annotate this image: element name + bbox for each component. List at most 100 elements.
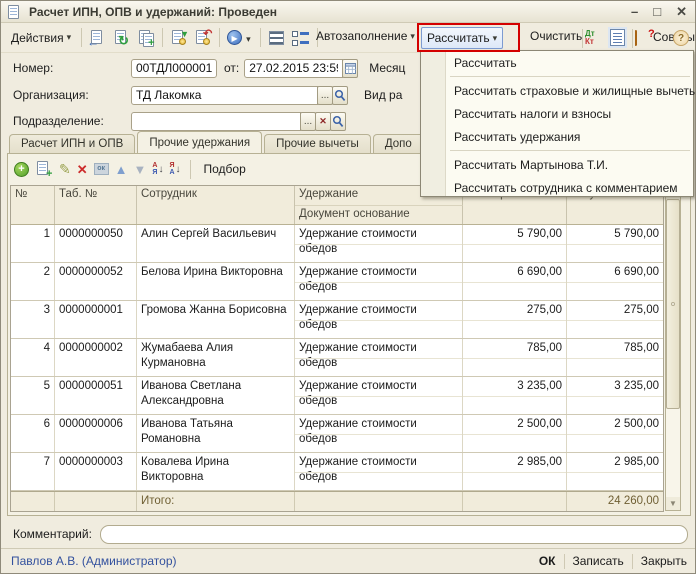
cell-tab-num[interactable]: 0000000006: [55, 415, 137, 452]
cell-num[interactable]: 1: [11, 225, 55, 262]
cell-employee[interactable]: Жумабаева Алия Курмановна: [137, 339, 295, 376]
cell-tab-num[interactable]: 0000000003: [55, 453, 137, 490]
menu-item-employee-comment[interactable]: Рассчитать сотрудника с комментарием: [421, 176, 693, 199]
cell-tab-num[interactable]: 0000000001: [55, 301, 137, 338]
report-icon[interactable]: [610, 29, 625, 46]
cell-result[interactable]: 275,00: [567, 301, 663, 338]
sort-asc-icon[interactable]: АЯ ↓: [152, 162, 163, 176]
number-input[interactable]: [131, 59, 217, 78]
clear-button[interactable]: Очистить: [525, 26, 587, 46]
minimize-button[interactable]: –: [631, 5, 638, 18]
post-document-icon[interactable]: ←: [87, 28, 109, 48]
clear-field-button[interactable]: ✕: [315, 112, 331, 131]
cell-num[interactable]: 3: [11, 301, 55, 338]
tips-button[interactable]: ?: [635, 31, 637, 45]
menu-item-deductions[interactable]: Рассчитать удержания: [421, 125, 693, 148]
end-edit-icon[interactable]: ок: [94, 163, 109, 175]
cell-employee[interactable]: Иванова Светлана Александровна: [137, 377, 295, 414]
search-button[interactable]: [330, 112, 346, 131]
maximize-button[interactable]: □: [653, 5, 661, 18]
cell-deduction[interactable]: Удержание стоимости обедов: [295, 263, 463, 300]
calendar-button[interactable]: [342, 59, 358, 78]
cell-deduction[interactable]: Удержание стоимости обедов: [295, 301, 463, 338]
dtkt-movements-icon[interactable]: Дт Кт: [585, 30, 595, 46]
header-doc-base[interactable]: Документ основание: [295, 205, 463, 224]
pick-button[interactable]: Подбор: [204, 162, 246, 176]
cell-num[interactable]: 5: [11, 377, 55, 414]
cell-size[interactable]: 3 235,00: [463, 377, 567, 414]
cell-deduction[interactable]: Удержание стоимости обедов: [295, 453, 463, 490]
cell-num[interactable]: 7: [11, 453, 55, 490]
cell-tab-num[interactable]: 0000000002: [55, 339, 137, 376]
cell-size[interactable]: 6 690,00: [463, 263, 567, 300]
close-button[interactable]: ✕: [676, 5, 687, 18]
cell-employee[interactable]: Ковалева Ирина Викторовна: [137, 453, 295, 490]
refresh-document-icon[interactable]: ↻: [111, 28, 133, 48]
menu-item-martynova[interactable]: Рассчитать Мартынова Т.И.: [421, 153, 693, 176]
unpost-movements-icon[interactable]: ↶: [192, 28, 214, 48]
organization-input[interactable]: [131, 86, 318, 105]
cell-deduction[interactable]: Удержание стоимости обедов: [295, 415, 463, 452]
cell-tab-num[interactable]: 0000000050: [55, 225, 137, 262]
menu-item-insurance-housing[interactable]: Рассчитать страховые и жилищные вычеты: [421, 79, 693, 102]
save-button[interactable]: Записать: [565, 554, 632, 568]
cell-employee[interactable]: Иванова Татьяна Романовна: [137, 415, 295, 452]
tab-raschet-ipn-opv[interactable]: Расчет ИПН и ОПВ: [9, 134, 135, 153]
cell-result[interactable]: 785,00: [567, 339, 663, 376]
cell-result[interactable]: 2 500,00: [567, 415, 663, 452]
move-down-icon[interactable]: ▼: [134, 163, 147, 176]
close-form-button[interactable]: Закрыть: [633, 554, 687, 568]
tab-prochie-vychety[interactable]: Прочие вычеты: [264, 134, 371, 153]
add-row-icon[interactable]: +: [14, 162, 29, 177]
current-user-link[interactable]: Павлов А.В. (Администратор): [11, 554, 531, 568]
copy-document-icon[interactable]: +: [135, 28, 157, 48]
column-settings-icon[interactable]: [290, 28, 312, 48]
header-num[interactable]: №: [11, 186, 55, 224]
ellipsis-button[interactable]: ...: [300, 112, 316, 131]
header-tab-num[interactable]: Таб. №: [55, 186, 137, 224]
menu-item-calculate[interactable]: Рассчитать: [421, 51, 693, 74]
cell-num[interactable]: 2: [11, 263, 55, 300]
cell-num[interactable]: 6: [11, 415, 55, 452]
cell-num[interactable]: 4: [11, 339, 55, 376]
cell-size[interactable]: 5 790,00: [463, 225, 567, 262]
delete-row-icon[interactable]: ✕: [77, 163, 88, 176]
sort-desc-icon[interactable]: ЯА ↓: [169, 162, 180, 176]
copy-row-icon[interactable]: +: [35, 160, 53, 178]
search-button[interactable]: [332, 86, 348, 105]
cell-deduction[interactable]: Удержание стоимости обедов: [295, 225, 463, 262]
department-input[interactable]: [131, 112, 301, 131]
cell-employee[interactable]: Белова Ирина Викторовна: [137, 263, 295, 300]
edit-row-icon[interactable]: ✎: [59, 162, 71, 176]
scroll-down-button[interactable]: ▼: [666, 497, 680, 510]
actions-menu-button[interactable]: Действия ▾: [6, 28, 76, 48]
cell-deduction[interactable]: Удержание стоимости обедов: [295, 377, 463, 414]
header-employee[interactable]: Сотрудник: [137, 186, 295, 224]
move-up-icon[interactable]: ▲: [115, 163, 128, 176]
ellipsis-button[interactable]: ...: [317, 86, 333, 105]
date-input[interactable]: [244, 59, 343, 78]
help-button[interactable]: ?: [673, 30, 689, 46]
vertical-scrollbar[interactable]: ▲ ▼: [665, 185, 681, 511]
ok-button[interactable]: ОК: [531, 554, 564, 568]
cell-size[interactable]: 2 985,00: [463, 453, 567, 490]
cell-result[interactable]: 5 790,00: [567, 225, 663, 262]
list-settings-icon[interactable]: [266, 28, 288, 48]
cell-deduction[interactable]: Удержание стоимости обедов: [295, 339, 463, 376]
cell-result[interactable]: 2 985,00: [567, 453, 663, 490]
menu-item-taxes-contributions[interactable]: Рассчитать налоги и взносы: [421, 102, 693, 125]
comment-input[interactable]: [100, 525, 688, 544]
cell-employee[interactable]: Громова Жанна Борисовна: [137, 301, 295, 338]
goto-icon[interactable]: ▶ ▾: [225, 28, 255, 48]
cell-result[interactable]: 3 235,00: [567, 377, 663, 414]
cell-employee[interactable]: Алин Сергей Васильевич: [137, 225, 295, 262]
cell-size[interactable]: 275,00: [463, 301, 567, 338]
cell-result[interactable]: 6 690,00: [567, 263, 663, 300]
cell-size[interactable]: 2 500,00: [463, 415, 567, 452]
cell-size[interactable]: 785,00: [463, 339, 567, 376]
cell-tab-num[interactable]: 0000000052: [55, 263, 137, 300]
post-movements-icon[interactable]: ▼: [168, 28, 190, 48]
scrollbar-thumb[interactable]: [666, 199, 680, 409]
autofill-menu-button[interactable]: Автозаполнение ▾: [311, 26, 420, 46]
cell-tab-num[interactable]: 0000000051: [55, 377, 137, 414]
